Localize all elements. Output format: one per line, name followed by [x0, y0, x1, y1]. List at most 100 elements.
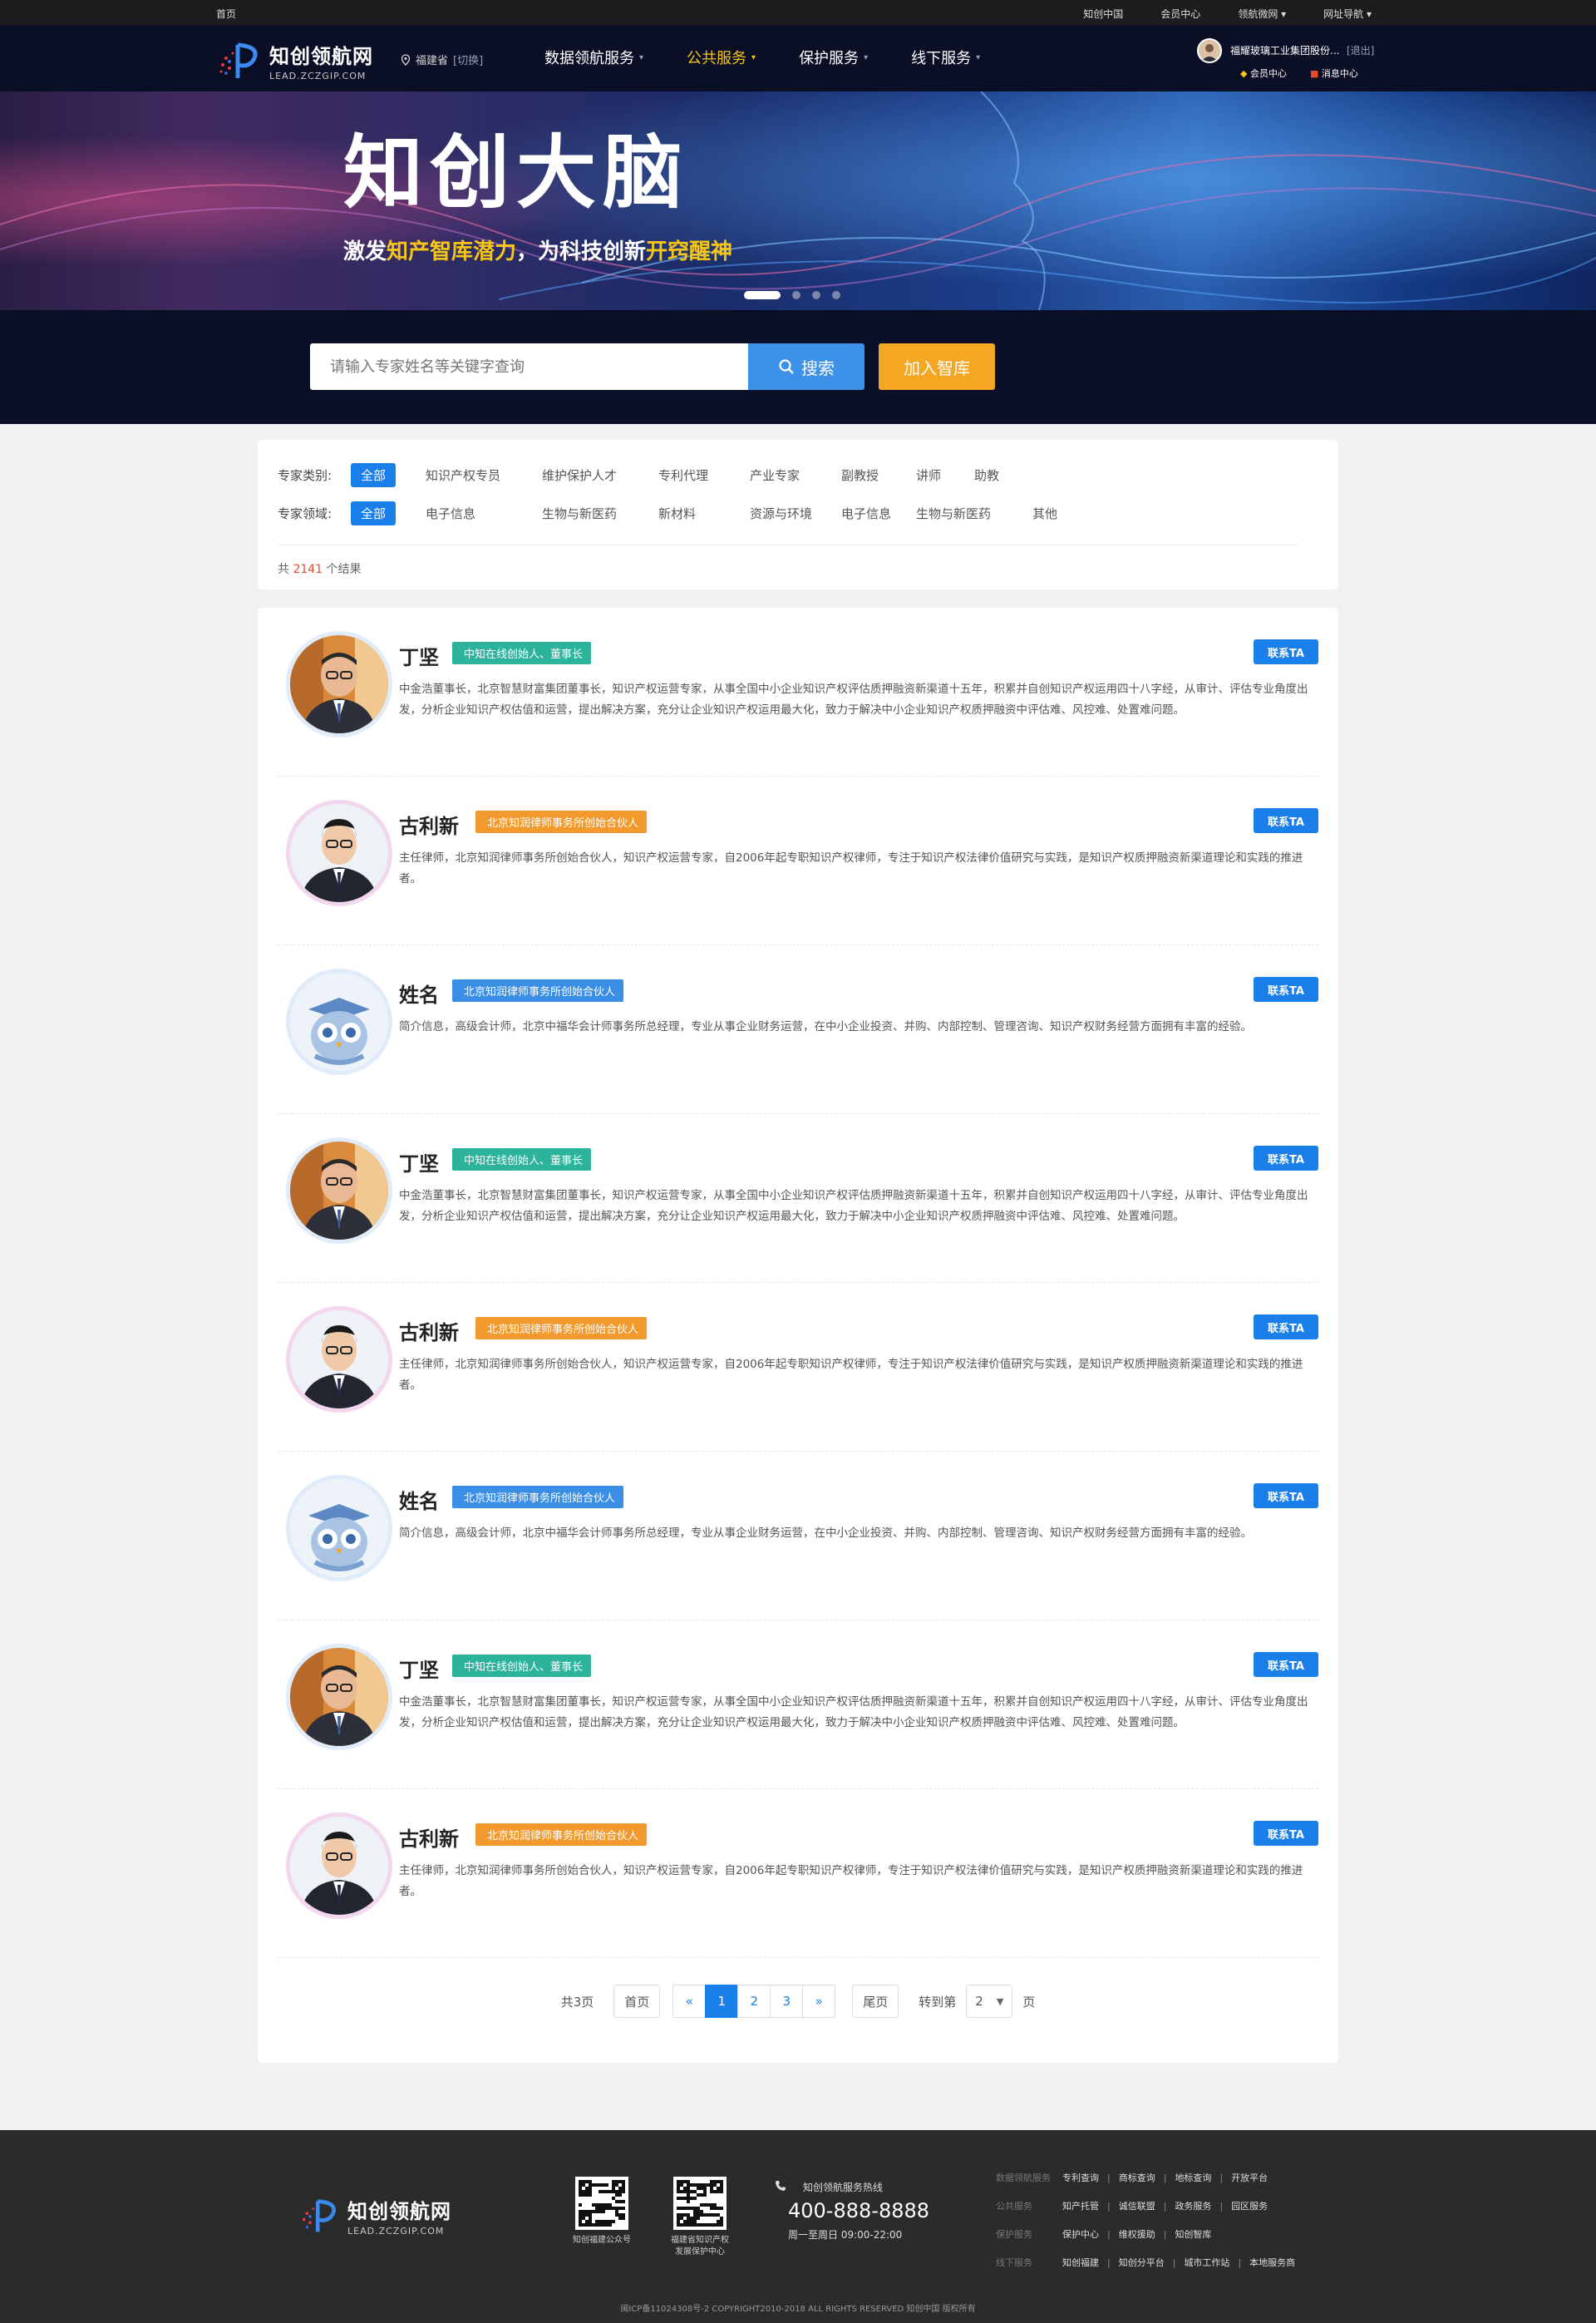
option-label: 全部: [351, 501, 397, 525]
expert-name[interactable]: 姓名: [399, 1485, 439, 1514]
top-links: 知创中国 会员中心 领航微网 ▾ 网址导航 ▾: [1083, 7, 1372, 21]
footer-link[interactable]: 专利查询: [1062, 2171, 1099, 2184]
expert-avatar[interactable]: [286, 631, 392, 737]
footer-link[interactable]: 保护中心: [1062, 2227, 1099, 2241]
menu-public-service[interactable]: 公共服务 ▾: [687, 47, 756, 68]
next-page-button[interactable]: »: [802, 1985, 836, 2018]
category-option[interactable]: 副教授: [841, 466, 916, 484]
footer-logo[interactable]: 知创领航网 LEAD.ZCZGIP.COM: [299, 2195, 451, 2237]
page-1-button[interactable]: 1: [705, 1985, 739, 2018]
field-option-all[interactable]: 全部: [351, 501, 406, 525]
carousel-dot[interactable]: [792, 291, 800, 299]
expert-name[interactable]: 丁坚: [399, 1147, 439, 1176]
contact-expert-button[interactable]: 联系TA: [1254, 1146, 1318, 1171]
footer-link[interactable]: 知创分平台: [1119, 2256, 1165, 2269]
field-option[interactable]: 电子信息: [426, 505, 542, 522]
top-link-member-center[interactable]: 会员中心: [1160, 7, 1200, 21]
expert-description: 中金浩董事长，北京智慧财富集团董事长，知识产权运营专家，从事全国中小企业知识产权…: [399, 683, 1308, 717]
message-center-link[interactable]: ■ 消息中心: [1310, 67, 1358, 80]
footer-link-separator: |: [1163, 2228, 1167, 2240]
site-logo[interactable]: 知创领航网 LEAD.ZCZGIP.COM: [218, 40, 373, 81]
field-option[interactable]: 生物与新医药: [916, 505, 1032, 522]
page-2-button[interactable]: 2: [737, 1985, 771, 2018]
expert-description: 主任律师，北京知润律师事务所创始合伙人，知识产权运营专家，自2006年起专职知识…: [399, 851, 1303, 885]
footer-link[interactable]: 维权援助: [1119, 2227, 1155, 2241]
footer-link[interactable]: 地标查询: [1175, 2171, 1211, 2184]
user-avatar[interactable]: [1197, 38, 1222, 63]
contact-expert-button[interactable]: 联系TA: [1254, 977, 1318, 1002]
expert-name[interactable]: 古利新: [399, 1822, 459, 1852]
menu-data-lead[interactable]: 数据领航服务 ▾: [544, 47, 643, 68]
goto-page-select[interactable]: 2 ▼: [966, 1985, 1013, 2018]
expert-avatar[interactable]: [286, 969, 392, 1075]
expert-name[interactable]: 古利新: [399, 810, 459, 839]
region-switch[interactable]: [切换]: [453, 52, 483, 67]
join-think-tank-button[interactable]: 加入智库: [879, 343, 995, 390]
member-center-link[interactable]: ◆ 会员中心: [1240, 67, 1287, 80]
expert-avatar[interactable]: [286, 1644, 392, 1750]
field-option[interactable]: 资源与环境: [750, 505, 841, 522]
footer-link[interactable]: 园区服务: [1231, 2199, 1268, 2212]
contact-expert-button[interactable]: 联系TA: [1254, 1821, 1318, 1846]
field-option[interactable]: 生物与新医药: [542, 505, 658, 522]
footer-link[interactable]: 知创智库: [1175, 2227, 1211, 2241]
expert-avatar[interactable]: [286, 1475, 392, 1581]
expert-avatar[interactable]: [286, 1306, 392, 1413]
footer-link[interactable]: 知产托管: [1062, 2199, 1099, 2212]
expert-avatar[interactable]: [286, 1813, 392, 1919]
expert-card: 丁坚 中知在线创始人、董事长 中金浩董事长，北京智慧财富集团董事长，知识产权运营专家…: [278, 608, 1318, 777]
menu-offline[interactable]: 线下服务 ▾: [911, 47, 980, 68]
category-option[interactable]: 讲师: [916, 466, 974, 484]
expert-name[interactable]: 丁坚: [399, 641, 439, 670]
contact-expert-button[interactable]: 联系TA: [1254, 808, 1318, 833]
category-option[interactable]: 专利代理: [658, 466, 750, 484]
expert-name[interactable]: 丁坚: [399, 1654, 439, 1683]
field-option[interactable]: 其他: [1032, 505, 1149, 522]
contact-expert-button[interactable]: 联系TA: [1254, 1652, 1318, 1677]
user-name[interactable]: 福耀玻璃工业集团股份...: [1230, 43, 1339, 57]
field-option[interactable]: 电子信息: [841, 505, 916, 522]
top-link-site-nav[interactable]: 网址导航 ▾: [1323, 7, 1372, 21]
expert-name[interactable]: 姓名: [399, 979, 439, 1008]
footer-link[interactable]: 商标查询: [1119, 2171, 1155, 2184]
carousel-dot-active[interactable]: [744, 291, 781, 299]
expert-avatar[interactable]: [286, 1137, 392, 1244]
contact-expert-button[interactable]: 联系TA: [1254, 639, 1318, 664]
category-option[interactable]: 产业专家: [750, 466, 841, 484]
carousel-dot[interactable]: [812, 291, 820, 299]
field-option[interactable]: 新材料: [658, 505, 750, 522]
hotline-number[interactable]: 400-888-8888: [788, 2199, 929, 2222]
category-option[interactable]: 知识产权专员: [426, 466, 542, 484]
logout-link[interactable]: [退出]: [1347, 43, 1374, 57]
category-option[interactable]: 维护保护人才: [542, 466, 658, 484]
expert-name[interactable]: 古利新: [399, 1316, 459, 1345]
message-icon: ■: [1309, 68, 1319, 79]
page-3-button[interactable]: 3: [770, 1985, 804, 2018]
footer-link[interactable]: 开放平台: [1231, 2171, 1268, 2184]
contact-expert-button[interactable]: 联系TA: [1254, 1314, 1318, 1339]
expert-avatar[interactable]: [286, 800, 392, 906]
category-option-all[interactable]: 全部: [351, 463, 406, 487]
footer-link[interactable]: 城市工作站: [1184, 2256, 1229, 2269]
menu-protection[interactable]: 保护服务 ▾: [799, 47, 868, 68]
member-center-label: 会员中心: [1249, 68, 1287, 79]
last-page-button[interactable]: 尾页: [852, 1985, 899, 2018]
prev-page-button[interactable]: «: [672, 1985, 707, 2018]
expert-card: 丁坚 中知在线创始人、董事长 中金浩董事长，北京智慧财富集团董事长，知识产权运营专家…: [278, 1620, 1318, 1789]
footer-link[interactable]: 诚信联盟: [1119, 2199, 1155, 2212]
footer-links: 数据领航服务 专利查询 | 商标查询 | 地标查询 | 开放平台 公共服务 知产托管 | 诚信联盟 | 政…: [996, 2163, 1295, 2276]
logo-title: 知创领航网: [269, 45, 373, 68]
top-link-zhichuang-china[interactable]: 知创中国: [1083, 7, 1123, 21]
carousel-dot[interactable]: [832, 291, 840, 299]
footer-link[interactable]: 本地服务商: [1249, 2256, 1295, 2269]
top-link-lead-micro-site[interactable]: 领航微网 ▾: [1238, 7, 1286, 21]
first-page-button[interactable]: 首页: [613, 1985, 661, 2018]
category-option[interactable]: 助教: [974, 466, 1091, 484]
footer-link[interactable]: 政务服务: [1175, 2199, 1211, 2212]
contact-expert-button[interactable]: 联系TA: [1254, 1483, 1318, 1508]
expert-search-input[interactable]: [310, 343, 748, 390]
footer-link[interactable]: 知创福建: [1062, 2256, 1099, 2269]
home-link[interactable]: 首页: [216, 7, 236, 21]
search-button[interactable]: 搜索: [748, 343, 864, 390]
region-selector[interactable]: 福建省 [切换]: [401, 52, 483, 67]
